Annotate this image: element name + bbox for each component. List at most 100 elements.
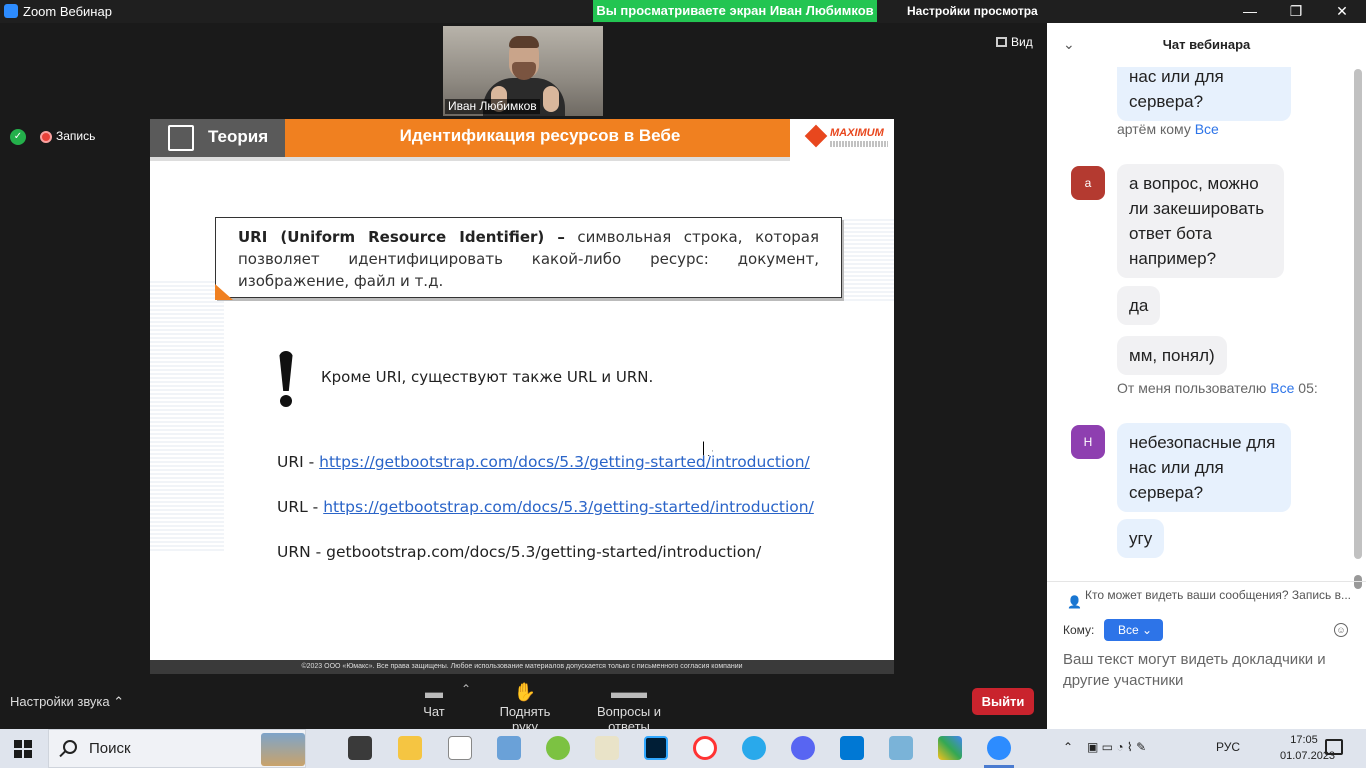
chat-scrollbar[interactable] (1354, 69, 1362, 589)
person-icon: 👤 (1067, 595, 1082, 609)
maximum-logo-mark (804, 124, 828, 148)
vscode-icon[interactable] (840, 736, 864, 760)
view-settings-dropdown[interactable]: Настройки просмотра ⌄ (877, 0, 1047, 40)
minimize-button[interactable]: — (1227, 0, 1273, 23)
url-prefix: URL - (277, 498, 324, 516)
slide-footer: ©2023 ООО «Юмакс». Все права защищены. Л… (150, 660, 894, 674)
record-dot-icon (40, 131, 52, 143)
taskbar-search[interactable]: Поиск (48, 729, 306, 768)
chat-message: а вопрос, можно ли закешировать ответ бо… (1117, 164, 1284, 278)
paint-icon[interactable] (497, 736, 521, 760)
search-icon (63, 740, 77, 754)
notifications-icon[interactable] (1325, 739, 1343, 755)
notepad-icon[interactable] (448, 736, 472, 760)
zoom-window: Zoom Вебинар Вы просматриваете экран Ива… (0, 0, 1366, 768)
restore-button[interactable]: ❐ (1273, 0, 1319, 23)
qa-icon: ▬▬ (611, 682, 647, 702)
privacy-text: Кто может видеть ваши сообщения? Запись … (1085, 588, 1351, 602)
chat-header: ⌄ Чат вебинара (1047, 23, 1366, 67)
message-meta: артём кому Все (1117, 121, 1219, 137)
colorful-app-icon[interactable] (938, 736, 962, 760)
avatar: Н (1071, 425, 1105, 459)
file-explorer-icon[interactable] (398, 736, 422, 760)
windows-start-icon[interactable] (14, 740, 32, 758)
exclamation-icon (277, 351, 295, 409)
slide-header: Теория Идентификация ресурсов в Вебе MAX… (150, 119, 894, 157)
chat-message: да (1117, 286, 1161, 325)
speaker-hair (509, 36, 539, 48)
recording-label: Запись (56, 129, 96, 144)
privacy-info[interactable]: 👤 Кто может видеть ваши сообщения? Запись… (1047, 581, 1366, 609)
speaker-video[interactable]: Иван Любимков (443, 26, 603, 116)
qgis-icon[interactable] (546, 736, 570, 760)
view-button[interactable]: Вид (996, 35, 1033, 49)
leave-button[interactable]: Выйти (972, 688, 1034, 715)
input-language[interactable]: РУС (1216, 740, 1240, 754)
recipient-select-value: Все (1118, 623, 1139, 637)
audio-settings-label: Настройки звука (10, 694, 110, 709)
message-recipient[interactable]: Все (1270, 380, 1294, 396)
chat-options-chevron[interactable]: ⌃ (460, 682, 472, 704)
url-link[interactable]: https://getbootstrap.com/docs/5.3/gettin… (323, 498, 814, 516)
avatar: а (1071, 166, 1105, 200)
recipient-select[interactable]: Все ⌄ (1104, 619, 1163, 641)
view-label: Вид (1011, 35, 1033, 49)
hand-icon: ✋ (513, 682, 537, 702)
zoom-taskbar-icon[interactable] (987, 736, 1011, 760)
chat-message: угу (1117, 519, 1165, 558)
definition-term: URI (Uniform Resource Identifier) – (238, 228, 565, 246)
taskbar-clock[interactable]: 17:05 01.07.2023 (1280, 732, 1336, 764)
close-button[interactable]: ✕ (1319, 0, 1365, 23)
urn-line: URN - getbootstrap.com/docs/5.3/getting-… (277, 543, 762, 561)
search-highlight-image (261, 733, 305, 766)
window-title: Zoom Вебинар (23, 4, 112, 19)
chat-icon: ▬ (425, 682, 443, 702)
title-bar: Zoom Вебинар Вы просматриваете экран Ива… (0, 0, 1366, 40)
emoji-icon[interactable]: ☺ (1334, 623, 1348, 637)
abbyy-icon[interactable] (595, 736, 619, 760)
task-view-icon[interactable] (348, 736, 372, 760)
chat-button-label: Чат (423, 704, 445, 719)
audio-settings-button[interactable]: Настройки звука ⌃ (10, 694, 124, 710)
grid-view-icon (996, 37, 1007, 47)
url-line: URL - https://getbootstrap.com/docs/5.3/… (277, 498, 814, 516)
tray-chevron-up-icon[interactable]: ⌃ (1063, 740, 1073, 754)
telegram-icon[interactable] (742, 736, 766, 760)
uri-prefix: URI - (277, 453, 320, 471)
chevron-up-icon: ⌃ (113, 694, 125, 709)
app-icon[interactable] (889, 736, 913, 760)
chat-button[interactable]: ▬ Чат (420, 682, 448, 719)
chat-messages[interactable]: нас или для сервера? артём кому Все а а … (1047, 67, 1366, 588)
chat-message: мм, понял) (1117, 336, 1227, 375)
raise-hand-button[interactable]: ✋ Поднять руку (486, 682, 564, 734)
maximum-logo-subtitle (830, 141, 888, 147)
book-icon (168, 125, 194, 151)
chat-input[interactable]: Ваш текст могут видеть докладчики и друг… (1063, 649, 1353, 691)
windows-taskbar: Поиск ⌃ ▣ ▭ ◔ ⌇ ✎ РУС 17:05 01.07.2023 (0, 729, 1366, 768)
uri-link[interactable]: https://getbootstrap.com/docs/5.3/gettin… (319, 453, 810, 471)
speaker-hand-right (543, 86, 559, 112)
message-sender: От меня пользователю (1117, 380, 1271, 396)
slide-title: Идентификация ресурсов в Вебе (399, 126, 681, 145)
search-placeholder: Поиск (89, 740, 131, 757)
chat-message: небезопасные для нас или для сервера? (1117, 423, 1291, 512)
qa-button[interactable]: ▬▬ Вопросы и ответы (576, 682, 682, 734)
maximum-logo: MAXIMUM (790, 119, 894, 157)
view-settings-label: Настройки просмотра (907, 4, 1038, 18)
scrollbar-thumb[interactable] (1354, 69, 1362, 559)
chevron-down-icon: ⌄ (1142, 623, 1153, 637)
message-recipient[interactable]: Все (1195, 121, 1219, 137)
screen-share-banner: Вы просматриваете экран Иван Любимков (593, 0, 877, 22)
message-sender: артём кому (1117, 121, 1195, 137)
shield-icon: ✓ (10, 129, 26, 145)
slide-header-shadow (150, 157, 790, 161)
slide-note: Кроме URI, существуют также URL и URN. (321, 368, 654, 386)
message-time: 05: (1294, 380, 1318, 396)
photoshop-icon[interactable] (644, 736, 668, 760)
yandex-browser-icon[interactable] (693, 736, 717, 760)
tray-icons[interactable]: ▣ ▭ ◔ ⌇ ✎ (1087, 740, 1146, 754)
to-label: Кому: (1063, 623, 1095, 637)
clock-date: 01.07.2023 (1280, 750, 1336, 762)
chat-message: нас или для сервера? (1117, 67, 1291, 121)
discord-icon[interactable] (791, 736, 815, 760)
